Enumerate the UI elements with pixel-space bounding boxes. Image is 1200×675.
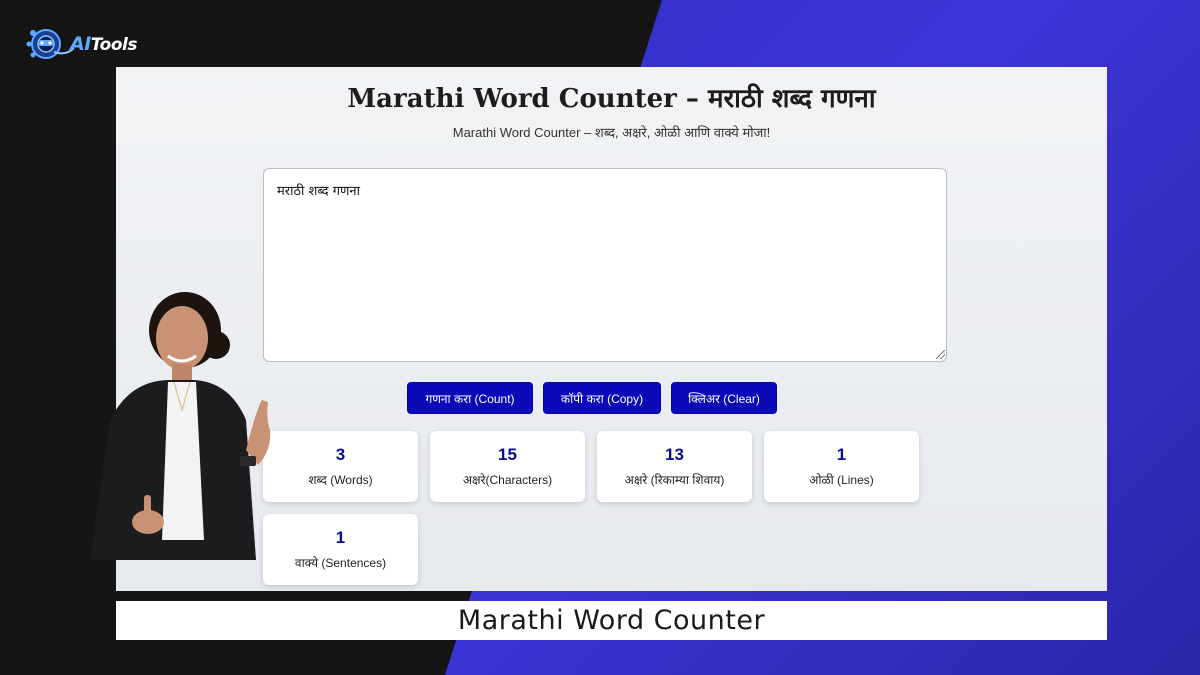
stat-label: अक्षरे(Characters): [462, 473, 553, 487]
stat-card-lines: 1 ओळी (Lines): [764, 431, 919, 502]
stat-card-words: 3 शब्द (Words): [263, 431, 418, 502]
stat-value: 15: [498, 445, 517, 464]
text-input[interactable]: [263, 168, 947, 362]
stat-card-sentences: 1 वाक्ये (Sentences): [263, 514, 418, 585]
robot-logo-icon: [26, 29, 75, 59]
stat-label: शब्द (Words): [308, 473, 373, 487]
presenter-person-image: [90, 292, 271, 560]
stat-value: 3: [335, 445, 346, 464]
stat-label: ओळी (Lines): [809, 473, 874, 487]
stat-value: 1: [836, 445, 847, 464]
action-buttons: गणना करा (Count) कॉपी करा (Copy) क्लिअर …: [407, 382, 777, 414]
stat-label: अक्षरे (रिकाम्या शिवाय): [624, 473, 725, 487]
clear-button[interactable]: क्लिअर (Clear): [671, 382, 777, 414]
stats-grid: 3 शब्द (Words) 15 अक्षरे(Characters) 13 …: [263, 431, 923, 585]
resize-handle[interactable]: [936, 350, 945, 359]
caption-text: Marathi Word Counter: [457, 605, 766, 636]
page-subtitle: Marathi Word Counter – शब्द, अक्षरे, ओळी…: [452, 125, 771, 140]
stat-card-characters: 15 अक्षरे(Characters): [430, 431, 585, 502]
stat-value: 1: [335, 528, 346, 547]
stat-label: वाक्ये (Sentences): [294, 556, 387, 570]
stat-card-characters-no-spaces: 13 अक्षरे (रिकाम्या शिवाय): [597, 431, 752, 502]
page-title: Marathi Word Counter – मराठी शब्द गणना: [347, 84, 876, 114]
aitools-logo: AITools: [24, 26, 138, 62]
count-button[interactable]: गणना करा (Count): [407, 382, 533, 414]
stat-value: 13: [665, 445, 684, 464]
caption-bar: Marathi Word Counter: [116, 601, 1107, 640]
logo-text: AITools: [70, 33, 138, 55]
copy-button[interactable]: कॉपी करा (Copy): [543, 382, 661, 414]
